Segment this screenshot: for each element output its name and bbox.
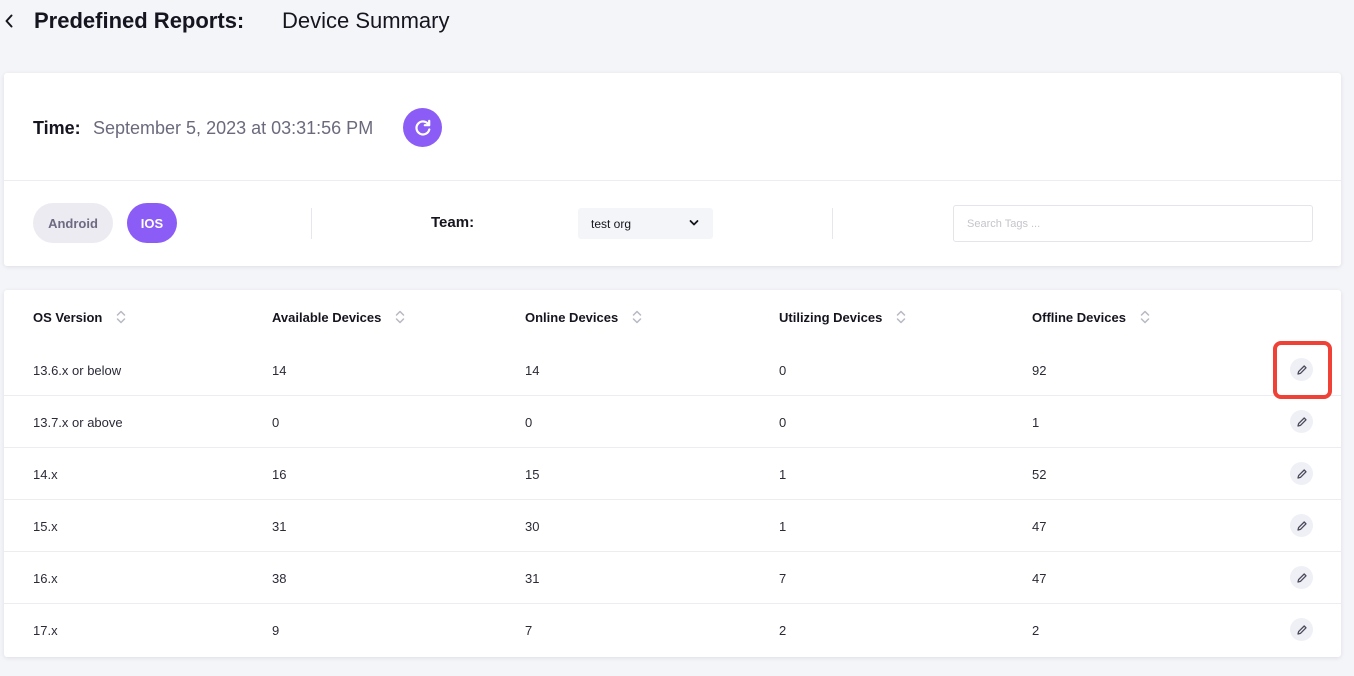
cell-utilizing-devices: 1 [779, 519, 787, 534]
cell-online-devices: 0 [525, 415, 533, 430]
cell-os-version: 17.x [33, 623, 58, 638]
chevron-left-icon [5, 14, 13, 28]
cell-online-devices: 15 [525, 467, 540, 482]
cell-offline-devices: 2 [1032, 623, 1040, 638]
search-tags-input[interactable] [953, 205, 1313, 242]
edit-row-button[interactable] [1290, 618, 1313, 641]
cell-offline-devices: 47 [1032, 571, 1047, 586]
table-row: 13.6.x or below 14 14 0 92 [4, 344, 1341, 396]
edit-row-button[interactable] [1290, 462, 1313, 485]
time-label: Time: [33, 118, 81, 138]
table-row: 14.x 16 15 1 52 [4, 448, 1341, 500]
os-toggle-android[interactable]: Android [33, 203, 113, 243]
cell-os-version: 14.x [33, 467, 58, 482]
cell-utilizing-devices: 2 [779, 623, 787, 638]
sort-icon[interactable] [896, 309, 906, 325]
sort-icon[interactable] [395, 309, 405, 325]
pencil-icon [1296, 624, 1307, 635]
column-header-utilizing-devices[interactable]: Utilizing Devices [779, 309, 906, 325]
cell-os-version: 13.6.x or below [33, 363, 122, 378]
edit-row-button[interactable] [1290, 566, 1313, 589]
cell-available-devices: 38 [272, 571, 287, 586]
cell-offline-devices: 1 [1032, 415, 1040, 430]
team-label: Team: [431, 214, 475, 231]
cell-offline-devices: 92 [1032, 363, 1047, 378]
team-select[interactable]: test org [578, 208, 713, 239]
time-value: September 5, 2023 at 03:31:56 PM [93, 118, 374, 138]
cell-online-devices: 30 [525, 519, 540, 534]
cell-available-devices: 31 [272, 519, 287, 534]
column-header-offline-devices[interactable]: Offline Devices [1032, 309, 1150, 325]
filter-panel: Time: September 5, 2023 at 03:31:56 PM A… [4, 73, 1341, 266]
cell-available-devices: 16 [272, 467, 287, 482]
os-toggle-ios[interactable]: IOS [127, 203, 177, 243]
team-select-value: test org [591, 216, 632, 231]
page-subtitle: Device Summary [282, 8, 450, 33]
cell-online-devices: 31 [525, 571, 540, 586]
edit-row-button[interactable] [1290, 358, 1313, 381]
cell-utilizing-devices: 7 [779, 571, 787, 586]
table-row: 13.7.x or above 0 0 0 1 [4, 396, 1341, 448]
table-row: 17.x 9 7 2 2 [4, 604, 1341, 656]
chevron-down-icon [689, 220, 699, 226]
cell-utilizing-devices: 1 [779, 467, 787, 482]
column-header-available-devices[interactable]: Available Devices [272, 309, 405, 325]
column-header-os-version[interactable]: OS Version [33, 309, 126, 325]
time-row: Time: September 5, 2023 at 03:31:56 PM [4, 73, 1341, 181]
cell-online-devices: 14 [525, 363, 540, 378]
pencil-icon [1296, 572, 1307, 583]
column-header-online-devices[interactable]: Online Devices [525, 309, 642, 325]
table-row: 15.x 31 30 1 47 [4, 500, 1341, 552]
pencil-icon [1296, 364, 1307, 375]
cell-online-devices: 7 [525, 623, 533, 638]
cell-os-version: 16.x [33, 571, 58, 586]
back-button[interactable] [2, 10, 16, 32]
page-header: Predefined Reports: Device Summary [0, 0, 1354, 42]
cell-os-version: 13.7.x or above [33, 415, 123, 430]
edit-row-button[interactable] [1290, 514, 1313, 537]
cell-os-version: 15.x [33, 519, 58, 534]
pencil-icon [1296, 468, 1307, 479]
cell-utilizing-devices: 0 [779, 363, 787, 378]
cell-offline-devices: 52 [1032, 467, 1047, 482]
divider [832, 208, 833, 239]
refresh-button[interactable] [403, 108, 442, 147]
sort-icon[interactable] [116, 309, 126, 325]
sort-icon[interactable] [1140, 309, 1150, 325]
divider [311, 208, 312, 239]
page-title: Predefined Reports: [34, 8, 245, 33]
table-row: 16.x 38 31 7 47 [4, 552, 1341, 604]
pencil-icon [1296, 520, 1307, 531]
cell-available-devices: 14 [272, 363, 287, 378]
cell-offline-devices: 47 [1032, 519, 1047, 534]
cell-available-devices: 0 [272, 415, 280, 430]
device-summary-table: OS Version Available Devices Online Devi… [4, 290, 1341, 657]
refresh-icon [414, 119, 430, 136]
edit-row-button[interactable] [1290, 410, 1313, 433]
pencil-icon [1296, 416, 1307, 427]
cell-utilizing-devices: 0 [779, 415, 787, 430]
cell-available-devices: 9 [272, 623, 280, 638]
sort-icon[interactable] [632, 309, 642, 325]
